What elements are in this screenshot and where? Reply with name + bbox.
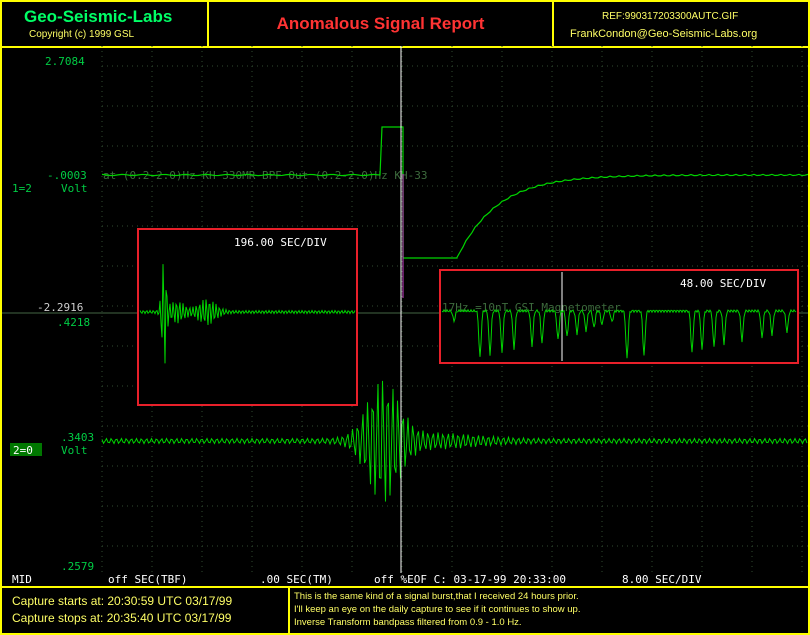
inset-left-scale: 196.00 SEC/DIV: [234, 236, 327, 249]
ch1-unit-label: Volt: [61, 182, 88, 195]
inset-right-scale: 48.00 SEC/DIV: [680, 277, 766, 290]
brand-name: Geo-Seismic-Labs: [24, 7, 173, 26]
report-header: Geo-Seismic-Labs Copyright (c) 1999 GSL …: [2, 2, 808, 48]
note-line: This is the same kind of a signal burst,…: [294, 591, 579, 602]
ch2-min-label: .2579: [61, 560, 94, 573]
capture-stop: Capture stops at: 20:35:40 UTC 03/17/99: [12, 611, 232, 625]
status-tbf: off SEC(TBF): [108, 573, 188, 586]
capture-start: Capture starts at: 20:30:59 UTC 03/17/99: [12, 594, 233, 608]
copyright-text: Copyright (c) 1999 GSL: [29, 29, 135, 40]
ch2-max-label: .4218: [57, 316, 90, 329]
status-tm: .00 SEC(TM): [260, 573, 333, 586]
ch1-max-label: 2.7084: [45, 55, 85, 68]
ref-cell: REF:990317203300AUTC.GIF FrankCondon@Geo…: [554, 2, 808, 46]
status-eof-clock: off %EOF C: 03-17-99 20:33:00: [374, 573, 567, 586]
contact-email[interactable]: FrankCondon@Geo-Seismic-Labs.org: [570, 28, 757, 40]
brand-cell: Geo-Seismic-Labs Copyright (c) 1999 GSL: [2, 2, 209, 46]
ch1-zero-label: -.0003: [47, 169, 87, 182]
scope-status-bar: MID off SEC(TBF) .00 SEC(TM) off %EOF C: 03…: [2, 573, 808, 586]
inset-right-panel: 17Hz =10nT GSI Magnetometer 48.00 SEC/DI…: [439, 269, 799, 364]
note-line: I'll keep an eye on the daily capture to…: [294, 604, 581, 615]
reference-id: REF:990317203300AUTC.GIF: [602, 11, 739, 22]
report-frame: Geo-Seismic-Labs Copyright (c) 1999 GSL …: [0, 0, 810, 635]
ch2-zero-label: .3403: [61, 431, 94, 444]
title-cell: Anomalous Signal Report: [209, 2, 554, 46]
ch2-unit-label: Volt: [61, 444, 88, 457]
ch1-channel-label[interactable]: 1=2: [12, 182, 32, 195]
inset-left-panel: 196.00 SEC/DIV: [137, 228, 358, 406]
capture-times: Capture starts at: 20:30:59 UTC 03/17/99…: [2, 588, 290, 635]
status-mid: MID: [12, 573, 32, 586]
note-line: Inverse Transform bandpass filtered from…: [294, 617, 522, 628]
report-title: Anomalous Signal Report: [276, 14, 485, 33]
ch1-min-label: -2.2916: [37, 301, 83, 314]
report-footer: Capture starts at: 20:30:59 UTC 03/17/99…: [2, 586, 808, 635]
ch2-channel-label: 2=0: [13, 444, 33, 457]
oscilloscope-display: 2.7084 -.0003 Volt 1=2 -2.2916 .4218 .34…: [2, 46, 808, 573]
status-sec-div: 8.00 SEC/DIV: [622, 573, 702, 586]
report-notes: This is the same kind of a signal burst,…: [290, 588, 808, 635]
